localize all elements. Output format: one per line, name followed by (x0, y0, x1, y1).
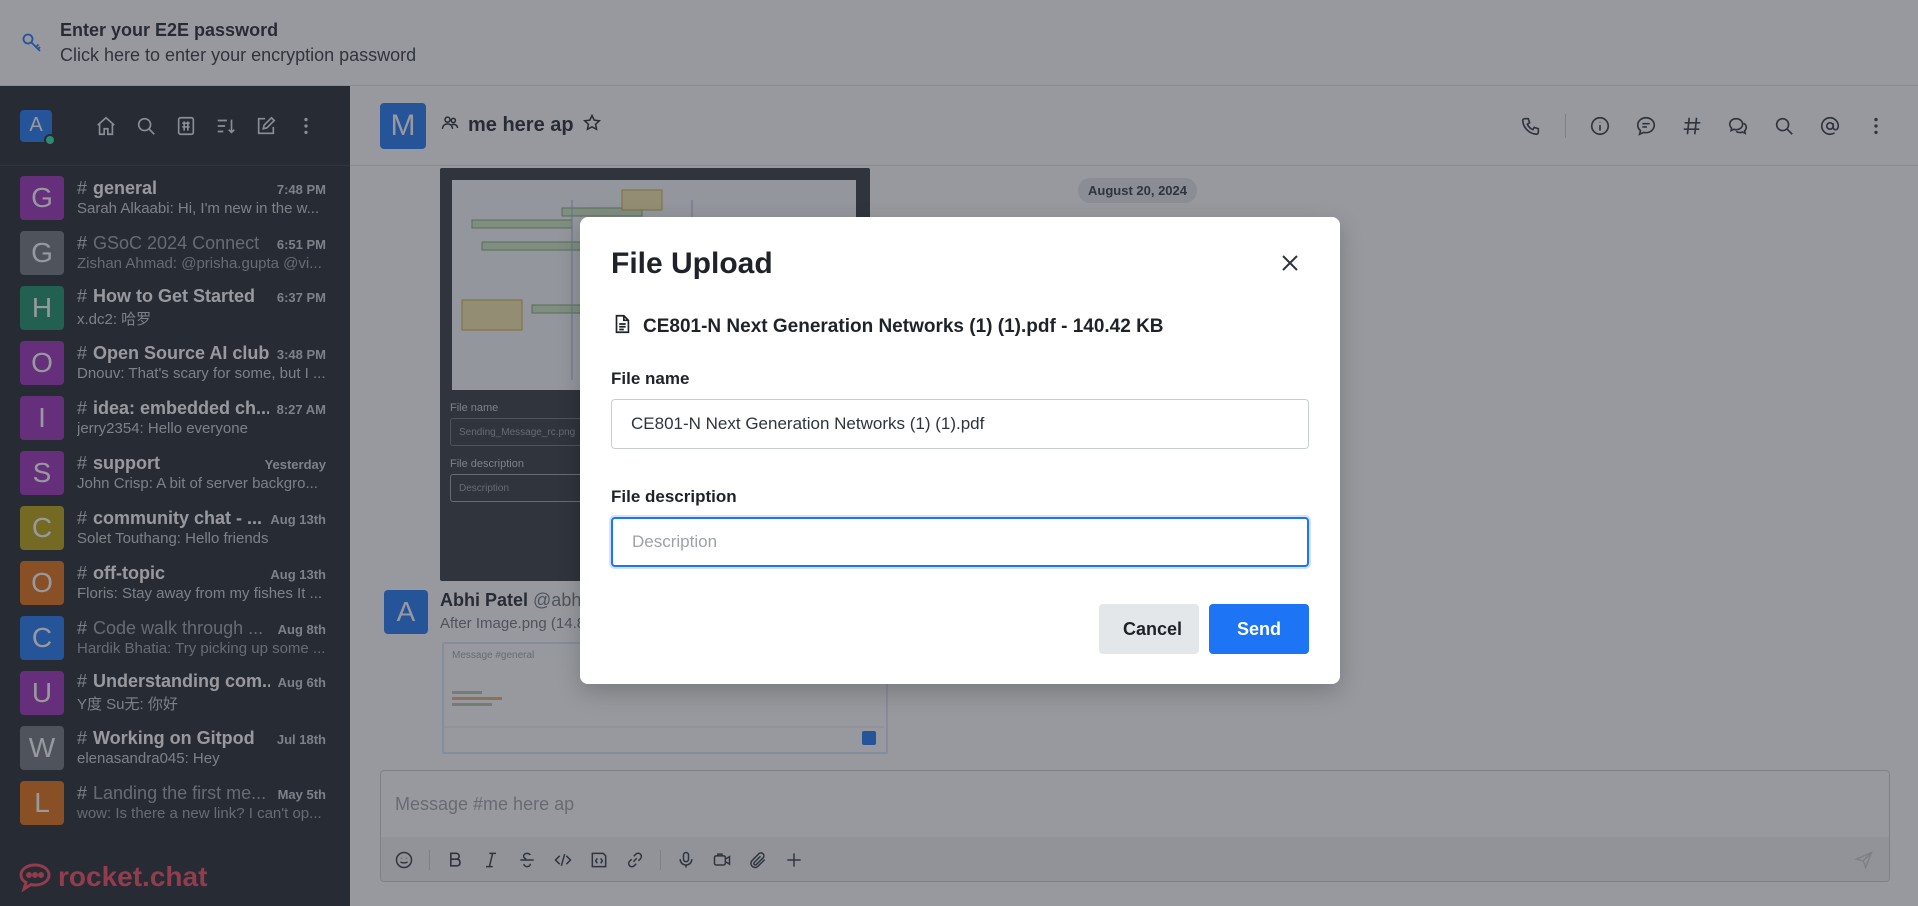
file-info-text: CE801-N Next Generation Networks (1) (1)… (643, 316, 1164, 337)
file-icon (611, 313, 633, 341)
cancel-button[interactable]: Cancel (1099, 604, 1199, 654)
send-button[interactable]: Send (1209, 604, 1309, 654)
file-name-label: File name (611, 369, 690, 388)
file-description-label: File description (611, 487, 737, 506)
file-info: CE801-N Next Generation Networks (1) (1)… (611, 313, 1309, 341)
modal-title: File Upload (611, 247, 773, 280)
close-icon[interactable] (1278, 251, 1302, 275)
file-upload-modal: File Upload CE801-N Next Generation Netw… (580, 217, 1340, 684)
file-name-input[interactable] (611, 399, 1309, 449)
file-description-input[interactable] (611, 517, 1309, 567)
modal-actions: Cancel Send (1099, 604, 1309, 654)
